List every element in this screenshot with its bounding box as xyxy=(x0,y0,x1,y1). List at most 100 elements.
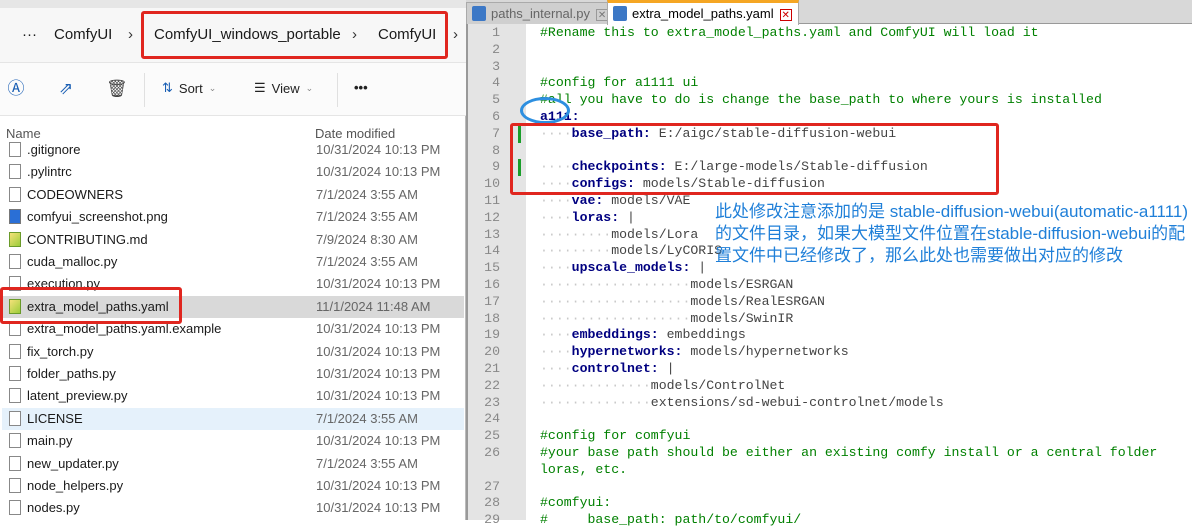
line-number: 23 xyxy=(484,394,500,410)
file-date: 10/31/2024 10:13 PM xyxy=(316,142,441,157)
breadcrumb-highlight-box xyxy=(141,11,448,59)
file-icon xyxy=(9,500,21,516)
yaml-value: models/hypernetworks xyxy=(682,344,849,360)
file-date: 10/31/2024 10:13 PM xyxy=(316,276,441,292)
file-row[interactable]: main.py 10/31/2024 10:13 PM xyxy=(2,430,464,452)
whitespace-dots: ········· xyxy=(540,243,612,259)
code-line: 22 ··············models/ControlNet xyxy=(466,378,1192,395)
view-label: View xyxy=(271,80,300,96)
code-line: 26 #your base path should be either an ex… xyxy=(466,445,1192,462)
breadcrumb-more[interactable]: ··· xyxy=(22,26,37,43)
file-row[interactable]: folder_paths.py 10/31/2024 10:13 PM xyxy=(2,363,464,385)
file-row[interactable]: .gitignore 10/31/2024 10:13 PM xyxy=(2,139,464,161)
tab-label: paths_internal.py xyxy=(491,6,591,21)
whitespace-dots: ···· xyxy=(540,327,572,343)
config-highlight-box xyxy=(510,123,999,195)
yaml-value: models/ESRGAN xyxy=(690,277,794,292)
line-number: 28 xyxy=(484,495,500,511)
whitespace-dots: ········· xyxy=(540,226,612,242)
more-options-button[interactable]: ••• xyxy=(354,80,368,95)
file-row[interactable]: fix_torch.py 10/31/2024 10:13 PM xyxy=(2,341,464,363)
file-row[interactable]: LICENSE 7/1/2024 3:55 AM xyxy=(2,407,464,430)
chevron-down-icon: ⌄ xyxy=(305,82,314,93)
file-row[interactable]: .pylintrc 10/31/2024 10:13 PM xyxy=(2,161,464,183)
yaml-value: models/RealESRGAN xyxy=(690,293,825,309)
code-line: 5 #all you have to do is change the base_… xyxy=(466,92,1192,109)
line-number: 15 xyxy=(484,260,500,276)
yaml-value: | xyxy=(619,209,635,225)
file-name: comfyui_screenshot.png xyxy=(27,209,168,225)
line-number: 14 xyxy=(484,243,500,259)
tab-paths-internal[interactable]: paths_internal.py ✕ xyxy=(466,2,616,24)
comment: #config for a1111 ui xyxy=(540,75,699,91)
file-icon xyxy=(9,366,21,381)
file-date: 10/31/2024 10:13 PM xyxy=(316,366,441,381)
file-name: node_helpers.py xyxy=(27,478,124,493)
code-line: 16 ···················models/ESRGAN xyxy=(466,277,1192,294)
close-icon[interactable]: ✕ xyxy=(779,9,792,21)
file-row[interactable]: CODEOWNERS 7/1/2024 3:55 AM xyxy=(2,184,464,206)
line-number: 19 xyxy=(484,327,500,343)
line-number: 26 xyxy=(484,445,500,460)
file-icon xyxy=(472,6,486,21)
file-name: .gitignore xyxy=(27,142,81,157)
whitespace-dots: ·············· xyxy=(540,394,651,410)
file-row[interactable]: node_helpers.py 10/31/2024 10:13 PM xyxy=(2,475,464,497)
rename-icon[interactable]: Ⓐ xyxy=(6,79,26,99)
yaml-key: upscale_models: xyxy=(571,260,691,276)
yaml-key: hypernetworks: xyxy=(571,344,683,360)
line-number: 6 xyxy=(492,109,500,124)
whitespace-dots: ···· xyxy=(540,361,572,376)
file-row[interactable]: comfyui_screenshot.png 7/1/2024 3:55 AM xyxy=(2,206,464,228)
annotation-note: 此处修改注意添加的是 stable-diffusion-webui(automa… xyxy=(715,202,1189,265)
sort-button[interactable]: ⇅ Sort ⌄ xyxy=(162,80,216,96)
file-date: 7/1/2024 3:55 AM xyxy=(316,455,418,471)
file-icon xyxy=(9,186,21,202)
explorer-toolbar: Ⓐ ⇗ 🗑 ⇅ Sort ⌄ ☰ View ⌄ ••• xyxy=(0,62,466,116)
share-icon[interactable]: ⇗ xyxy=(56,79,76,99)
whitespace-dots: ··················· xyxy=(540,293,691,309)
sort-icon: ⇅ xyxy=(162,80,173,95)
view-icon: ☰ xyxy=(254,80,266,95)
code-line: 23 ··············extensions/sd-webui-cont… xyxy=(466,395,1192,412)
divider xyxy=(337,73,338,107)
yaml-value: models/VAE xyxy=(603,193,691,208)
breadcrumb-chevron-icon[interactable]: › xyxy=(128,26,133,43)
comment: #Rename this to extra_model_paths.yaml a… xyxy=(540,25,1039,40)
file-icon xyxy=(9,455,21,471)
file-date: 10/31/2024 10:13 PM xyxy=(316,343,441,359)
file-row[interactable]: new_updater.py 7/1/2024 3:55 AM xyxy=(2,453,464,475)
whitespace-dots: ···· xyxy=(540,260,572,276)
whitespace-dots: ···· xyxy=(540,344,572,360)
code-line: 17 ···················models/RealESRGAN xyxy=(466,294,1192,311)
file-icon xyxy=(9,388,21,404)
file-name: cuda_malloc.py xyxy=(27,254,118,269)
notepad-file-icon xyxy=(9,231,21,247)
file-date: 7/1/2024 3:55 AM xyxy=(316,186,418,202)
file-name: CONTRIBUTING.md xyxy=(27,231,148,247)
file-row[interactable]: nodes.py 10/31/2024 10:13 PM xyxy=(2,497,464,519)
line-number: 12 xyxy=(484,209,500,225)
file-row[interactable]: cuda_malloc.py 7/1/2024 3:55 AM xyxy=(2,251,464,273)
line-number: 24 xyxy=(484,411,500,427)
whitespace-dots: ··················· xyxy=(540,310,691,326)
file-row[interactable]: CONTRIBUTING.md 7/9/2024 8:30 AM xyxy=(2,229,464,251)
delete-icon[interactable]: 🗑 xyxy=(106,79,128,99)
line-number: 22 xyxy=(484,377,500,393)
breadcrumb-chevron-icon[interactable]: › xyxy=(453,26,458,43)
breadcrumb: ··· ComfyUI › ComfyUI_windows_portable ›… xyxy=(0,0,466,62)
line-number: 3 xyxy=(492,58,500,74)
tab-extra-model-paths[interactable]: extra_model_paths.yaml ✕ xyxy=(607,0,799,25)
code-line: 27 xyxy=(466,479,1192,496)
line-number: 7 xyxy=(492,125,500,141)
file-date: 10/31/2024 10:13 PM xyxy=(316,164,441,180)
file-date: 10/31/2024 10:13 PM xyxy=(316,500,441,516)
code-line: 24 xyxy=(466,411,1192,428)
highlight-ellipse xyxy=(520,97,570,124)
line-number: 5 xyxy=(492,92,500,108)
yaml-key: embeddings: xyxy=(571,327,659,343)
file-row[interactable]: latent_preview.py 10/31/2024 10:13 PM xyxy=(2,385,464,407)
view-button[interactable]: ☰ View ⌄ xyxy=(254,80,313,96)
breadcrumb-comfyui-root[interactable]: ComfyUI xyxy=(54,26,112,43)
file-name: fix_torch.py xyxy=(27,343,94,359)
